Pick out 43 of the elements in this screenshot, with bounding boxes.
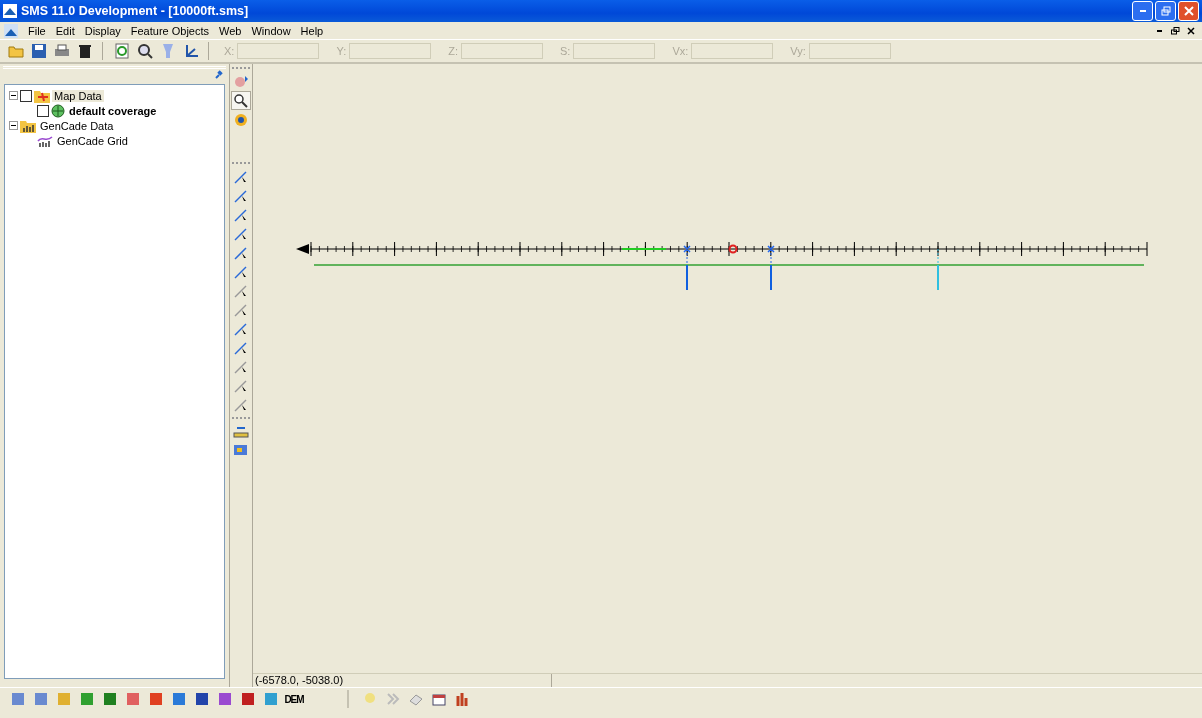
close-button[interactable]	[1184, 24, 1198, 37]
refresh-icon[interactable]	[112, 41, 132, 61]
close-icon	[1183, 6, 1194, 16]
tree-item[interactable]: default coverage	[67, 104, 159, 117]
field-label: Y:	[336, 45, 347, 57]
menu-item[interactable]: Feature Objects	[130, 24, 210, 37]
restore-icon	[1170, 26, 1180, 35]
cursor-coordinates: (-6578.0, -5038.0)	[253, 674, 552, 687]
close-icon	[1187, 26, 1195, 35]
collapse-icon[interactable]	[9, 121, 18, 130]
menu-item[interactable]: Help	[300, 24, 324, 37]
tree-item[interactable]: GenCade Grid	[55, 134, 130, 147]
field-label: Vx:	[672, 45, 689, 57]
menu-item[interactable]: Edit	[55, 24, 75, 37]
chart-icon	[37, 133, 53, 148]
window-title: SMS 11.0 Development - [10000ft.sms]	[21, 4, 249, 18]
menu-item[interactable]: Window	[251, 24, 291, 37]
menu-item[interactable]: File	[28, 24, 46, 37]
checkbox[interactable]	[20, 89, 32, 102]
field-label: Z:	[448, 45, 458, 57]
pin-icon[interactable]	[214, 69, 224, 79]
restore-button[interactable]	[1168, 24, 1182, 37]
menu-item[interactable]: Web	[219, 24, 242, 37]
field-label: S:	[560, 45, 571, 57]
restore-icon	[1160, 6, 1171, 16]
zoom-icon[interactable]	[135, 41, 155, 61]
minimize-icon	[1156, 29, 1162, 32]
zoom-icon[interactable]	[231, 91, 251, 110]
menu-item[interactable]: Display	[84, 24, 121, 37]
checkbox[interactable]	[37, 104, 49, 117]
chart-folder-icon	[20, 118, 36, 133]
dem-module-button[interactable]: DEM	[284, 689, 304, 709]
tree-item[interactable]: GenCade Data	[38, 119, 116, 132]
app-icon	[3, 4, 17, 18]
save-icon[interactable]	[29, 41, 49, 61]
field-label: Vy:	[790, 45, 806, 57]
tree-item[interactable]: Map Data	[52, 89, 104, 102]
document-icon	[4, 23, 18, 38]
minimize-icon	[1139, 10, 1146, 12]
coverage-icon	[51, 103, 65, 118]
map-folder-icon	[34, 88, 50, 103]
collapse-icon[interactable]	[9, 91, 18, 100]
field-label: X:	[224, 45, 235, 57]
